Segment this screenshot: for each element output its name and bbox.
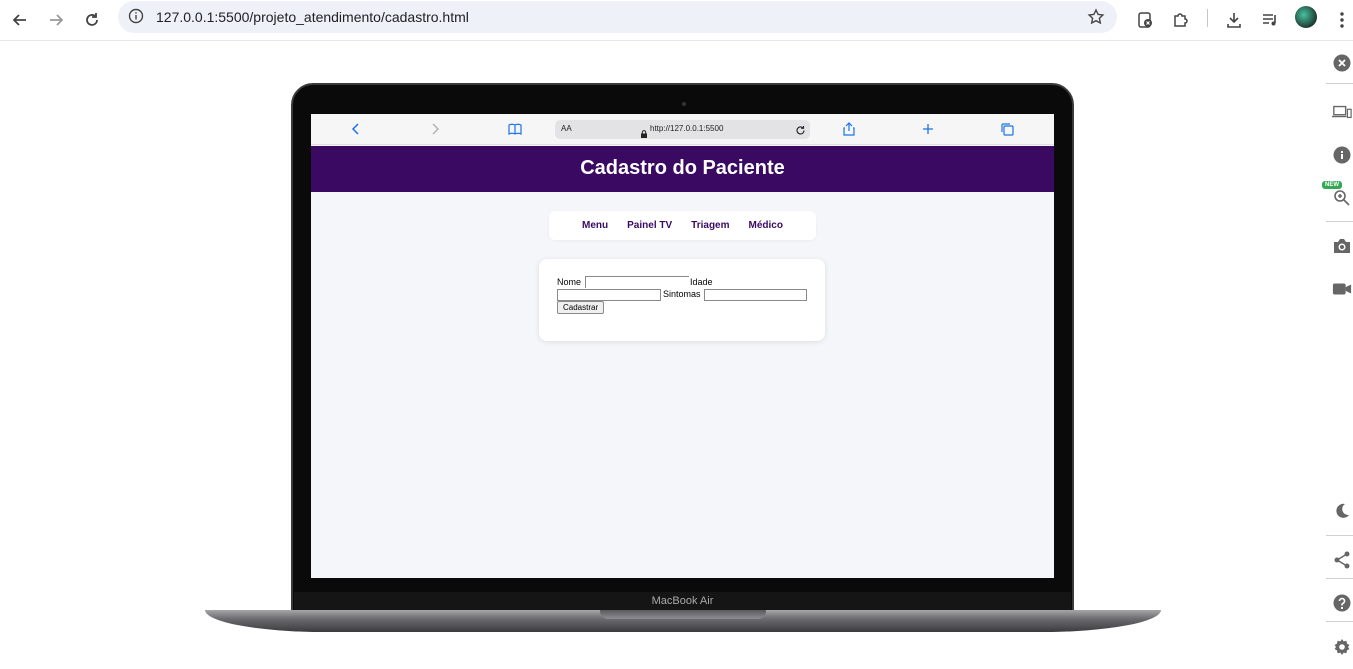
more-menu-icon[interactable] xyxy=(1330,8,1353,32)
profile-avatar[interactable] xyxy=(1295,6,1317,28)
settings-icon[interactable] xyxy=(1332,637,1352,657)
cadastrar-button[interactable]: Cadastrar xyxy=(557,301,605,314)
idade-input[interactable] xyxy=(557,289,661,301)
patient-form: Nome Idade Sintomas Cadastrar xyxy=(539,259,825,341)
puzzle-icon[interactable] xyxy=(1169,8,1193,32)
nav-link-triagem[interactable]: Triagem xyxy=(691,220,729,231)
zoom-icon[interactable] xyxy=(1332,188,1352,208)
reader-aa[interactable]: AA xyxy=(561,124,572,133)
safari-forward-icon[interactable] xyxy=(428,122,442,136)
safari-reload-icon[interactable] xyxy=(795,123,806,141)
help-icon[interactable] xyxy=(1332,593,1352,613)
macbook-notch xyxy=(600,610,766,619)
safari-address-bar[interactable]: AA http://127.0.0.1:5500 xyxy=(555,120,810,139)
site-info-icon[interactable] xyxy=(128,8,144,29)
macbook-label: MacBook Air xyxy=(651,595,714,607)
extension-icon[interactable] xyxy=(1133,8,1157,32)
safari-back-icon[interactable] xyxy=(349,122,363,136)
video-icon[interactable] xyxy=(1332,279,1352,299)
lock-icon xyxy=(641,125,647,143)
nav-link-menu[interactable]: Menu xyxy=(582,220,608,231)
side-divider xyxy=(1326,578,1353,579)
nome-label: Nome xyxy=(557,277,582,287)
reload-icon[interactable] xyxy=(80,8,104,32)
page-title: Cadastro do Paciente xyxy=(311,146,1054,192)
main-nav: Menu Painel TV Triagem Médico xyxy=(549,211,816,240)
safari-share-icon[interactable] xyxy=(842,122,856,136)
browser-toolbar: 127.0.0.1:5500/projeto_atendimento/cadas… xyxy=(0,0,1353,41)
back-icon[interactable] xyxy=(8,8,32,32)
nav-link-medico[interactable]: Médico xyxy=(749,220,783,231)
sintomas-input[interactable] xyxy=(704,289,807,301)
nome-input[interactable] xyxy=(585,276,689,288)
forward-icon[interactable] xyxy=(44,8,68,32)
camera-icon[interactable] xyxy=(1332,236,1352,256)
side-divider xyxy=(1326,221,1353,222)
sintomas-label: Sintomas xyxy=(663,289,701,299)
safari-new-tab-icon[interactable] xyxy=(921,122,935,136)
toolbar-separator xyxy=(1207,9,1208,27)
side-panel: NEW xyxy=(1318,41,1353,669)
address-bar[interactable]: 127.0.0.1:5500/projeto_atendimento/cadas… xyxy=(118,1,1117,33)
info-icon[interactable] xyxy=(1332,145,1352,165)
share-icon[interactable] xyxy=(1332,550,1352,570)
macbook-bezel: MacBook Air xyxy=(294,592,1071,612)
webcam xyxy=(682,102,686,106)
safari-tabs-icon[interactable] xyxy=(1000,122,1014,136)
idade-label: Idade xyxy=(690,277,713,287)
address-url[interactable]: 127.0.0.1:5500/projeto_atendimento/cadas… xyxy=(156,9,469,25)
bookmark-star-icon[interactable] xyxy=(1087,8,1105,31)
nav-link-painel-tv[interactable]: Painel TV xyxy=(627,220,672,231)
safari-toolbar: AA http://127.0.0.1:5500 xyxy=(311,114,1054,145)
macbook-base xyxy=(205,610,1161,632)
close-icon[interactable] xyxy=(1332,53,1352,73)
side-divider xyxy=(1326,83,1353,84)
safari-bookmarks-icon[interactable] xyxy=(508,122,522,136)
side-divider xyxy=(1326,535,1353,536)
download-icon[interactable] xyxy=(1222,8,1246,32)
media-icon[interactable] xyxy=(1258,8,1282,32)
safari-url[interactable]: http://127.0.0.1:5500 xyxy=(650,124,723,133)
devices-icon[interactable] xyxy=(1332,102,1352,122)
device-screen: AA http://127.0.0.1:5500 Cadastro do Pac… xyxy=(311,114,1054,578)
dark-mode-icon[interactable] xyxy=(1332,501,1352,521)
side-divider xyxy=(1326,621,1353,622)
